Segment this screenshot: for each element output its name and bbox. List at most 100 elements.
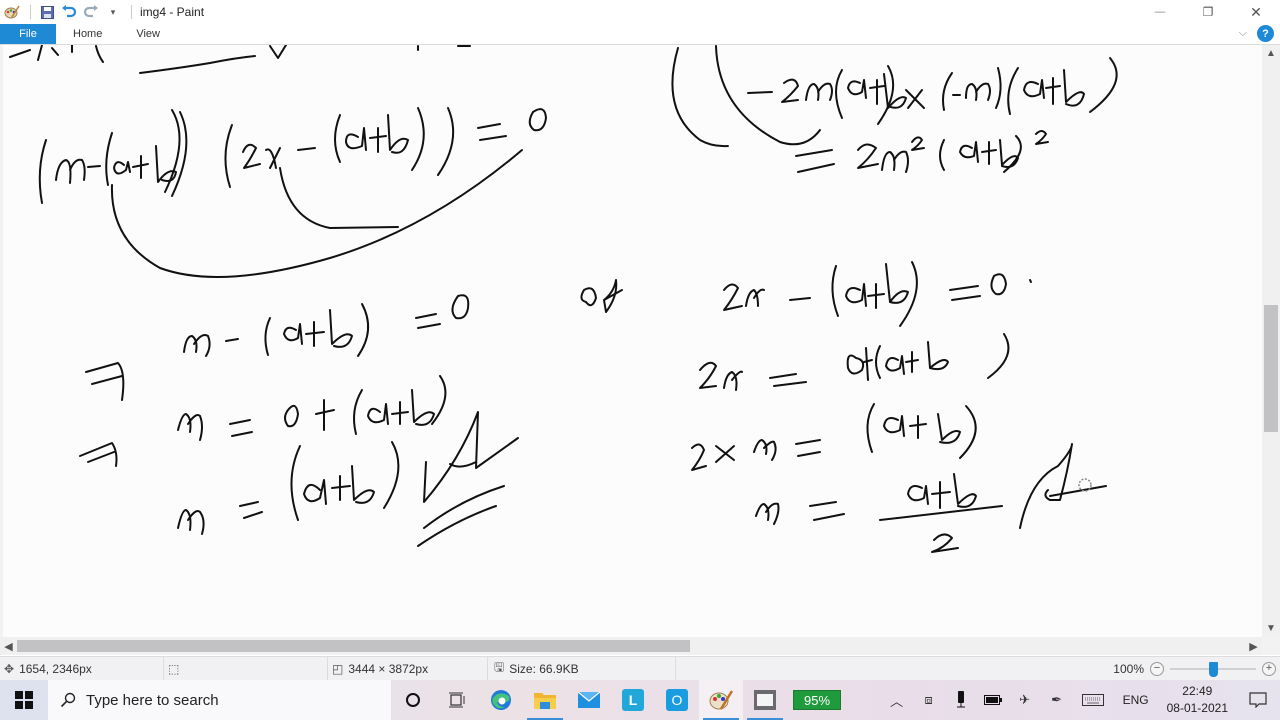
microphone-icon (956, 691, 965, 708)
customize-dropdown-icon[interactable]: ▾ (103, 2, 123, 22)
touch-keyboard-button[interactable] (1073, 680, 1113, 720)
keyboard-icon (1081, 694, 1104, 706)
camera-app-icon (754, 690, 776, 710)
cortana-icon (406, 693, 420, 707)
scroll-up-icon[interactable]: ▲ (1262, 45, 1280, 62)
zoom-level: 100% (1113, 661, 1144, 676)
zoom-slider[interactable] (1170, 661, 1256, 677)
minimize-icon: — (1154, 6, 1166, 18)
ribbon-tabs: File Home View ⌵ ? (0, 24, 1280, 45)
tab-file[interactable]: File (0, 24, 56, 44)
scroll-left-icon[interactable]: ◀ (0, 637, 17, 655)
vertical-scroll-thumb[interactable] (1264, 305, 1278, 432)
airplane-mode-button[interactable]: ✈ (1009, 680, 1041, 720)
minimize-ribbon-icon[interactable]: ⌵ (1239, 27, 1247, 40)
zoom-control: 100% − + (1113, 657, 1280, 680)
drawing-canvas[interactable] (3, 45, 1262, 637)
taskbar-app-o[interactable]: O (655, 680, 699, 720)
image-dimensions: 3444 × 3872px (348, 661, 429, 676)
paint-palette-icon (709, 690, 733, 710)
action-center-button[interactable] (1236, 680, 1280, 720)
status-bar: ✥ 1654, 2346px ⬚ ◰ 3444 × 3872px 🖫 Size:… (0, 656, 1280, 680)
separator (30, 5, 31, 19)
battery-icon (983, 695, 1002, 705)
cursor-position: 1654, 2346px (19, 661, 92, 676)
save-icon[interactable] (37, 2, 57, 22)
taskbar: Type here to search L O 95% ︿ ⧈ ✈ ✒ ENG … (0, 680, 1280, 720)
meet-now-icon: ⧈ (924, 692, 933, 707)
cortana-button[interactable] (391, 680, 435, 720)
battery-percentage-widget[interactable]: 95% (793, 690, 841, 710)
image-size-icon: ◰ (332, 661, 344, 676)
cursor-position-segment: ✥ 1654, 2346px (4, 657, 164, 680)
pen-icon: ✒ (1051, 692, 1063, 707)
move-cursor-icon: ✥ (4, 661, 15, 676)
chevron-up-icon: ︿ (890, 693, 904, 709)
meet-now-button[interactable]: ⧈ (913, 680, 945, 720)
tab-home[interactable]: Home (56, 24, 119, 44)
restore-button[interactable]: ❐ (1184, 0, 1232, 24)
l-app-icon: L (622, 689, 644, 711)
selection-icon: ⬚ (168, 661, 180, 676)
disk-icon: 🖫 (494, 660, 505, 674)
ink-equation-right-top (671, 45, 1118, 173)
taskbar-search-box[interactable]: Type here to search (48, 680, 391, 720)
taskbar-app-mail[interactable] (567, 680, 611, 720)
ink-equation-factorized (38, 107, 547, 278)
folder-icon (534, 693, 556, 709)
vertical-scrollbar[interactable]: ▲ ▼ (1262, 45, 1280, 637)
restore-icon: ❐ (1202, 5, 1214, 19)
taskbar-app-l[interactable]: L (611, 680, 655, 720)
minimize-button[interactable]: — (1136, 0, 1184, 24)
system-tray: ︿ ⧈ ✈ ✒ ENG 22:49 08-01-2021 (881, 680, 1280, 720)
pen-button[interactable]: ✒ (1041, 680, 1073, 720)
ribbon-right-controls: ⌵ ? (1239, 25, 1274, 42)
clock[interactable]: 22:49 08-01-2021 (1159, 683, 1236, 717)
horizontal-scrollbar[interactable]: ◀ ▶ (0, 637, 1262, 655)
scroll-right-icon[interactable]: ▶ (1245, 637, 1262, 655)
taskbar-app-camera[interactable] (743, 680, 787, 720)
window-title: img4 - Paint (140, 5, 205, 19)
horizontal-scroll-thumb[interactable] (17, 640, 690, 652)
zoom-slider-knob[interactable] (1208, 661, 1218, 677)
show-hidden-icons-button[interactable]: ︿ (881, 680, 913, 720)
workspace: ▲ ▼ ◀ ▶ (0, 45, 1280, 655)
ink-top-partial (9, 45, 471, 74)
scroll-down-icon[interactable]: ▼ (1262, 620, 1280, 637)
edge-icon (491, 690, 511, 710)
start-button[interactable] (0, 680, 48, 720)
battery-button[interactable] (977, 680, 1009, 720)
ink-solution-right (691, 261, 1107, 553)
search-placeholder: Type here to search (86, 691, 219, 709)
quick-access-toolbar: ▾ (0, 0, 138, 24)
help-button[interactable]: ? (1257, 25, 1274, 42)
task-view-button[interactable] (435, 680, 479, 720)
mail-icon (577, 691, 601, 708)
search-icon (60, 692, 76, 708)
notification-icon (1249, 692, 1267, 708)
taskbar-app-paint[interactable] (699, 680, 743, 720)
microphone-button[interactable] (945, 680, 977, 720)
zoom-in-button[interactable]: + (1262, 661, 1276, 676)
o-app-icon: O (666, 689, 688, 711)
redo-icon[interactable] (81, 2, 101, 22)
taskbar-app-edge[interactable] (479, 680, 523, 720)
task-view-icon (449, 692, 465, 708)
close-button[interactable]: ✕ (1232, 0, 1280, 24)
image-size-segment: ◰ 3444 × 3872px (332, 657, 488, 680)
close-icon: ✕ (1250, 3, 1262, 20)
ink-solution-left (79, 279, 623, 547)
paint-app-icon[interactable] (2, 2, 22, 22)
taskbar-app-file-explorer[interactable] (523, 680, 567, 720)
separator (131, 5, 132, 19)
window-controls: — ❐ ✕ (1136, 0, 1280, 24)
zoom-out-button[interactable]: − (1150, 661, 1164, 676)
file-size: Size: 66.9KB (509, 661, 579, 676)
title-bar: ▾ img4 - Paint — ❐ ✕ (0, 0, 1280, 24)
input-language[interactable]: ENG (1113, 693, 1159, 707)
handwriting-layer (9, 45, 1118, 553)
tab-view[interactable]: View (119, 24, 177, 44)
undo-icon[interactable] (59, 2, 79, 22)
airplane-icon: ✈ (1019, 692, 1031, 707)
clock-time: 22:49 (1182, 684, 1213, 698)
